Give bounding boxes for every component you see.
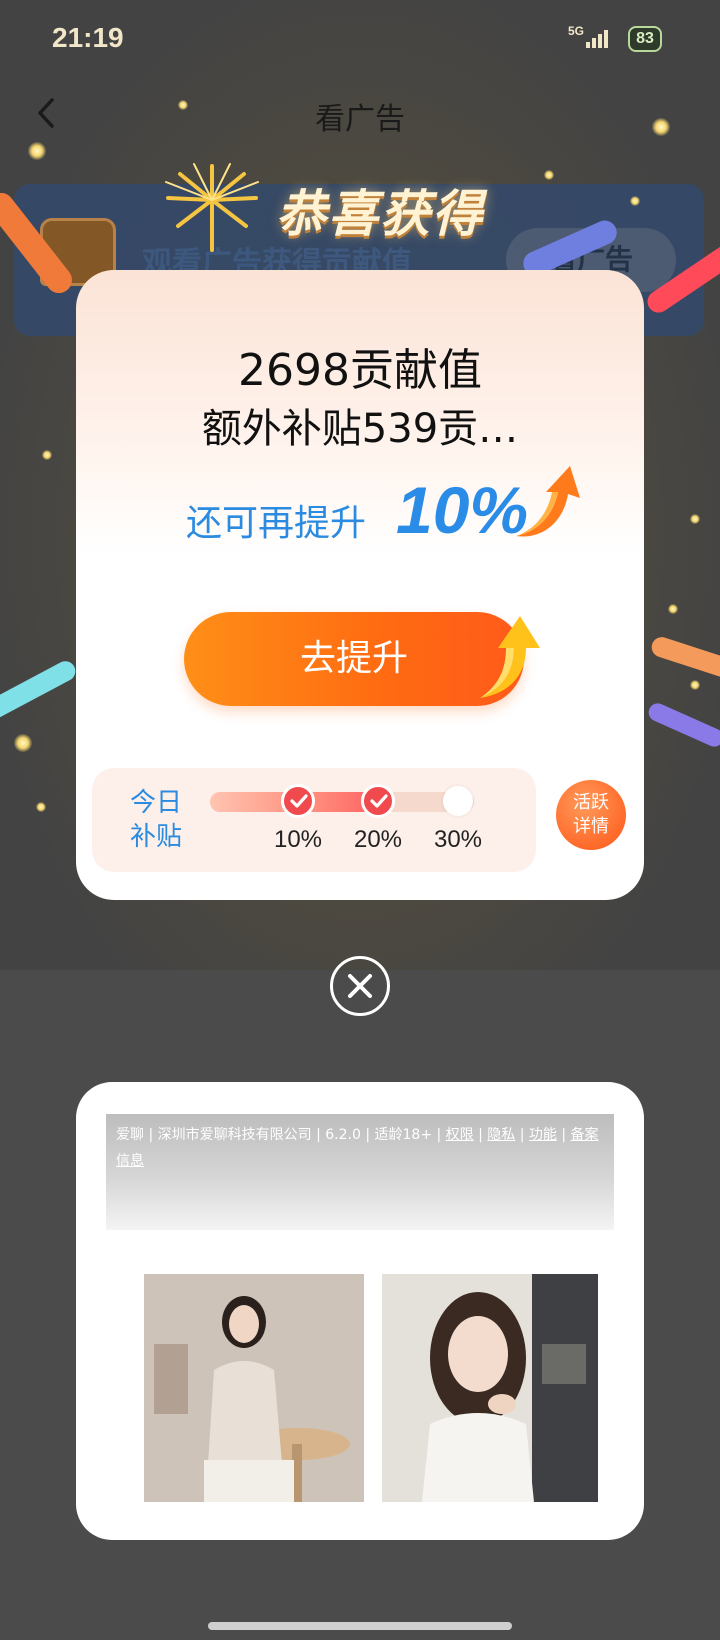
ad-banner: 爱聊 | 深圳市爱聊科技有限公司 | 6.2.0 | 适龄18+ | 权限 | …: [106, 1114, 614, 1230]
subsidy-label-line1: 今日: [130, 788, 183, 818]
subsidy-progress-bar: [210, 784, 474, 818]
ribbon-decoration: [0, 657, 79, 723]
battery-level: 83: [628, 26, 662, 52]
step-label: 30%: [433, 826, 483, 853]
sparkle-icon: [630, 196, 640, 206]
boost-row: 还可再提升 10%: [186, 466, 580, 547]
ad-info-text: 6.2.0: [325, 1127, 361, 1143]
ad-info-link[interactable]: 隐私: [487, 1127, 515, 1143]
step-label: 10%: [273, 826, 323, 853]
status-time: 21:19: [52, 22, 124, 53]
nav-bar: 看广告: [0, 80, 720, 146]
activity-details-button[interactable]: 活跃 详情: [556, 780, 626, 850]
signal-bars: [586, 28, 612, 48]
congrats-title: 恭喜获得: [276, 185, 484, 243]
subsidy-label-line2: 补贴: [130, 822, 183, 852]
ad-info-text: 爱聊: [116, 1127, 144, 1143]
congrats-header: 恭喜获得: [160, 160, 560, 260]
close-icon: [348, 974, 372, 998]
arrow-up-icon: [480, 616, 540, 698]
sparkle-icon: [652, 118, 670, 136]
ad-photo-left[interactable]: [144, 1274, 364, 1502]
ad-card[interactable]: 爱聊 | 深圳市爱聊科技有限公司 | 6.2.0 | 适龄18+ | 权限 | …: [76, 1082, 644, 1540]
ad-info-text: 深圳市爱聊科技有限公司: [157, 1127, 312, 1143]
reward-popup: 2698贡献值 额外补贴539贡… 还可再提升 10% 去提升 今日 补贴 10…: [76, 270, 644, 900]
daily-subsidy-panel: 今日 补贴 10% 20% 30%: [92, 768, 536, 872]
step-check-icon: [281, 784, 315, 818]
step-label: 20%: [353, 826, 403, 853]
sparkle-icon: [690, 680, 700, 690]
reward-amount: 2698贡献值: [238, 345, 482, 396]
ad-info-link[interactable]: 权限: [446, 1127, 474, 1143]
step-check-icon: [361, 784, 395, 818]
sparkle-icon: [178, 100, 188, 110]
subsidy-label: 今日 补贴: [130, 786, 190, 854]
ad-photo-right[interactable]: [382, 1274, 598, 1502]
signal-icon: 5G: [568, 24, 612, 54]
ribbon-decoration: [649, 634, 720, 682]
ad-info-text: 适龄18+: [374, 1127, 433, 1143]
sparkle-icon: [14, 734, 32, 752]
extra-subsidy: 额外补贴539贡…: [201, 406, 519, 452]
ad-info-link[interactable]: 功能: [529, 1127, 557, 1143]
ad-app-info: 爱聊 | 深圳市爱聊科技有限公司 | 6.2.0 | 适龄18+ | 权限 | …: [116, 1127, 599, 1169]
ribbon-decoration: [645, 700, 720, 750]
boost-button[interactable]: 去提升: [184, 612, 524, 706]
sparkle-icon: [668, 604, 678, 614]
boost-label: 还可再提升: [186, 503, 367, 544]
arrow-up-icon: [516, 466, 580, 537]
status-bar: 21:19 5G 83: [0, 0, 720, 80]
sparkle-icon: [690, 514, 700, 524]
sparkle-icon: [36, 802, 46, 812]
battery-icon: 83: [622, 18, 668, 58]
home-indicator[interactable]: [208, 1622, 512, 1630]
close-button[interactable]: [330, 956, 390, 1016]
sparkle-icon: [28, 142, 46, 160]
network-type: 5G: [568, 24, 585, 38]
activity-label-line1: 活跃: [573, 792, 609, 813]
sparkle-icon: [42, 450, 52, 460]
fireworks-icon: [165, 163, 259, 252]
page-title: 看广告: [315, 102, 405, 137]
step-pending-dot: [443, 786, 473, 816]
activity-label-line2: 详情: [573, 816, 609, 837]
